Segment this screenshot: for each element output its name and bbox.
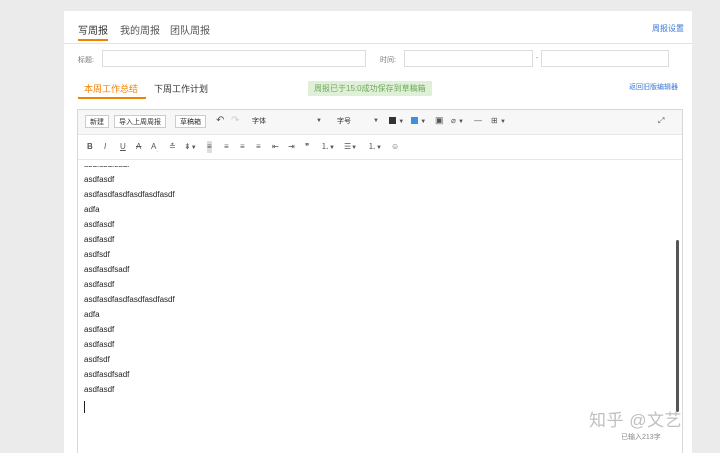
font-size-select[interactable]: 字号 xyxy=(337,115,351,128)
align-left-icon[interactable]: ≡ xyxy=(207,141,212,153)
content-line: asdfasdfasdfasdfasdfasdf xyxy=(84,295,175,304)
font-size-dropdown-icon[interactable]: ▼ xyxy=(373,115,379,127)
tab-write-report[interactable]: 写周报 xyxy=(78,22,108,37)
content-line: asdfasdf xyxy=(84,340,115,349)
content-line: asdfasdfsadf xyxy=(84,265,130,274)
title-label: 标题: xyxy=(78,57,94,64)
time-start-input[interactable] xyxy=(404,50,533,67)
underline-icon[interactable]: U xyxy=(120,141,126,153)
content-line: asdfasdf xyxy=(84,220,115,229)
align-justify-icon[interactable]: ≡ xyxy=(256,141,261,153)
title-input[interactable] xyxy=(102,50,366,67)
align-right-icon[interactable]: ≡ xyxy=(240,141,245,153)
italic-icon[interactable]: I xyxy=(104,141,106,153)
clear-format-icon[interactable]: ⌀ ▼ xyxy=(451,115,464,128)
content-line: asdfasdfasdfasdfasdfasdf xyxy=(84,190,175,199)
subtab-indicator xyxy=(78,97,146,99)
report-settings-link[interactable]: 周报设置 xyxy=(652,23,684,34)
emoji-icon[interactable]: ☺ xyxy=(391,141,399,153)
table-icon[interactable]: ⊞ ▼ xyxy=(491,115,506,128)
content-line: asdfasdfsadf xyxy=(84,370,130,379)
rich-text-editor: 新建 导入上周周报 草稿箱 ↶ ↷ 字体 ▼ 字号 ▼ ▼ ▼ ▣ ⌀ ▼ — … xyxy=(77,109,683,453)
word-count: 已输入213字 xyxy=(621,434,661,441)
top-nav: 写周报 我的周报 团队周报 周报设置 xyxy=(64,11,692,44)
watermark: 知乎 @文艺 xyxy=(589,411,682,430)
editor-content[interactable]: asdfasdfsadf asdfasdf asdfasdfasdfasdfas… xyxy=(84,166,669,452)
superscript-icon[interactable]: A. xyxy=(151,141,158,157)
indent-increase-icon[interactable]: ⇥ xyxy=(288,141,295,153)
content-line: asdfsdf xyxy=(84,250,110,259)
highlight-color-icon[interactable]: ▼ xyxy=(411,115,426,128)
ordered-list-icon[interactable]: ⒈▼ xyxy=(321,141,335,154)
strikethrough-icon[interactable]: A xyxy=(136,141,141,153)
font-family-select[interactable]: 字体 xyxy=(252,115,266,128)
image-icon[interactable]: ▣ xyxy=(435,114,444,126)
tab-next-week-plan[interactable]: 下周工作计划 xyxy=(154,82,208,95)
text-caret xyxy=(84,401,85,413)
content-line: adfa xyxy=(84,310,100,319)
time-separator: - xyxy=(536,55,539,62)
font-color-icon[interactable]: ▼ xyxy=(389,115,404,128)
content-line: asdfasdf xyxy=(84,235,115,244)
content-line: adfa xyxy=(84,205,100,214)
time-end-input[interactable] xyxy=(541,50,669,67)
content-line: asdfasdf xyxy=(84,280,115,289)
content-line: asdfasdfsadf xyxy=(84,166,129,170)
weekly-report-panel: 写周报 我的周报 团队周报 周报设置 标题: 时间: - 本周工作总结 下周工作… xyxy=(64,11,692,453)
save-status-badge: 周报已于15:0成功保存到草稿箱 xyxy=(308,81,432,96)
import-last-week-button[interactable]: 导入上周周报 xyxy=(114,115,166,128)
tab-my-reports[interactable]: 我的周报 xyxy=(120,22,160,37)
horizontal-rule-icon[interactable]: — xyxy=(474,115,482,127)
new-button[interactable]: 新建 xyxy=(85,115,109,128)
tab-this-week-summary[interactable]: 本周工作总结 xyxy=(84,82,138,95)
editor-scrollbar[interactable] xyxy=(676,240,679,412)
editor-toolbar-format: B I U A A. ≛ ⇟▼ ≡ ≡ ≡ ≡ ⇤ ⇥ ❞ ⒈▼ ☰▼ ⒈▼ ☺ xyxy=(78,135,682,160)
font-family-dropdown-icon[interactable]: ▼ xyxy=(316,115,322,127)
editor-toolbar-top: 新建 导入上周周报 草稿箱 ↶ ↷ 字体 ▼ 字号 ▼ ▼ ▼ ▣ ⌀ ▼ — … xyxy=(78,110,682,135)
line-height-icon[interactable]: ⇟▼ xyxy=(184,141,197,154)
content-line: asdfasdf xyxy=(84,325,115,334)
tab-team-reports[interactable]: 团队周报 xyxy=(170,22,210,37)
blockquote-icon[interactable]: ❞ xyxy=(305,141,309,153)
back-to-old-editor-link[interactable]: 返回旧版编辑器 xyxy=(629,82,678,92)
content-line: asdfasdf xyxy=(84,385,115,394)
content-line: asdfsdf xyxy=(84,355,110,364)
numbered-list-icon[interactable]: ⒈▼ xyxy=(368,141,382,154)
align-center-icon[interactable]: ≡ xyxy=(224,141,229,153)
drafts-button[interactable]: 草稿箱 xyxy=(175,115,206,128)
active-tab-indicator xyxy=(78,39,108,41)
unordered-list-icon[interactable]: ☰▼ xyxy=(344,141,357,154)
fullscreen-icon[interactable]: ⤢ xyxy=(658,115,664,127)
indent-decrease-icon[interactable]: ⇤ xyxy=(272,141,279,153)
undo-icon[interactable]: ↶ xyxy=(216,115,224,127)
bold-icon[interactable]: B xyxy=(87,141,93,153)
content-line: asdfasdf xyxy=(84,175,115,184)
font-size-up-icon[interactable]: ≛ xyxy=(169,141,176,153)
redo-icon[interactable]: ↷ xyxy=(231,115,239,127)
time-label: 时间: xyxy=(380,57,396,64)
